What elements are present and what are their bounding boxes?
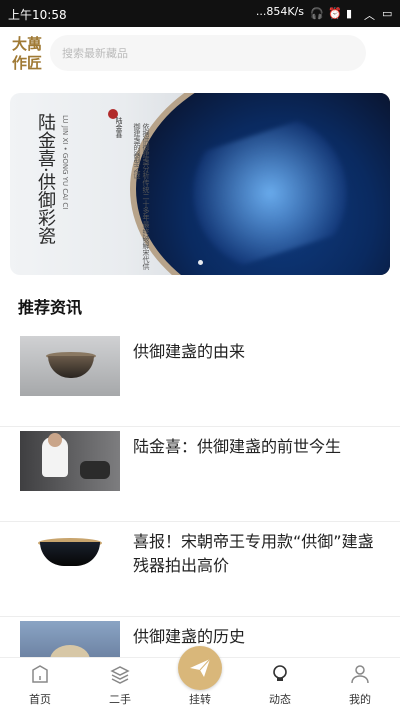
network-speed: ...854K/s — [255, 5, 304, 18]
banner-signature: 陆金喜 — [115, 117, 123, 138]
tab-label: 挂转 — [189, 693, 211, 706]
banner-title: 陆金喜·供御彩瓷 — [35, 113, 56, 245]
tab-label: 首页 — [29, 693, 51, 706]
bottom-tabbar: 首页 二手 挂转 动态 我的 — [0, 646, 400, 711]
article-title: 喜报！宋朝帝王专用款“供御”建盏残器拍出高价 — [133, 532, 374, 575]
banner-carousel[interactable]: 陆金喜·供御彩瓷 LU JIN XI • GONG YU CAI CI 依据供御… — [10, 93, 390, 275]
article-thumbnail — [20, 431, 120, 491]
bulb-icon — [273, 665, 287, 681]
carousel-dot — [197, 260, 203, 265]
artisan-face — [48, 433, 62, 447]
list-item[interactable]: 供御建盏的由来 — [0, 332, 400, 427]
article-list: 供御建盏的由来 陆金喜：供御建盏的前世今生 喜报！宋朝帝王专用款“供御”建盏残器… — [0, 332, 400, 681]
article-title: 供御建盏的历史 — [133, 627, 246, 646]
article-title: 陆金喜：供御建盏的前世今生 — [133, 437, 342, 456]
tab-secondhand[interactable]: 二手 — [80, 658, 160, 711]
tab-transfer[interactable]: 挂转 — [160, 646, 240, 711]
alarm-icon: ⏰ — [328, 6, 342, 20]
bowl-body — [40, 542, 100, 566]
paper-plane-icon — [190, 658, 211, 677]
article-thumbnail — [20, 526, 120, 586]
tab-label: 我的 — [349, 693, 371, 706]
carousel-indicator — [10, 250, 390, 269]
home-icon — [32, 665, 48, 683]
tab-moments[interactable]: 动态 — [240, 658, 320, 711]
app-header: 大萬作匠 搜索最新藏品 — [0, 27, 400, 87]
section-title: 推荐资讯 — [18, 298, 83, 317]
list-item[interactable]: 陆金喜：供御建盏的前世今生 — [0, 427, 400, 522]
headphones-icon: 🎧 — [310, 6, 324, 20]
user-icon — [351, 665, 369, 684]
battery-icon: ▭ — [382, 6, 393, 20]
signal-icon: ▮ — [346, 6, 353, 20]
tab-label: 动态 — [269, 693, 291, 706]
tab-profile[interactable]: 我的 — [320, 658, 400, 711]
list-item[interactable]: 喜报！宋朝帝王专用款“供御”建盏残器拍出高价 — [0, 522, 400, 617]
wifi-icon: ︿ — [364, 8, 375, 22]
app-logo[interactable]: 大萬作匠 — [12, 35, 46, 75]
tab-label: 二手 — [109, 693, 131, 706]
layers-icon — [110, 666, 130, 684]
status-icons: ...854K/s 🎧 ⏰ ▮ ︿ ▭ — [255, 5, 394, 22]
bowl-body — [48, 356, 94, 378]
article-title: 供御建盏的由来 — [133, 342, 246, 361]
center-action-button[interactable] — [178, 646, 222, 690]
search-placeholder: 搜索最新藏品 — [62, 47, 128, 60]
banner-subtitle: LU JIN XI • GONG YU CAI CI — [61, 115, 69, 210]
status-time: 上午10:58 — [8, 8, 67, 22]
pottery-items — [80, 461, 110, 479]
status-bar: 上午10:58 ...854K/s 🎧 ⏰ ▮ ︿ ▭ — [0, 0, 400, 27]
tab-home[interactable]: 首页 — [0, 658, 80, 711]
article-thumbnail — [20, 336, 120, 396]
search-bar[interactable]: 搜索最新藏品 — [50, 35, 366, 71]
